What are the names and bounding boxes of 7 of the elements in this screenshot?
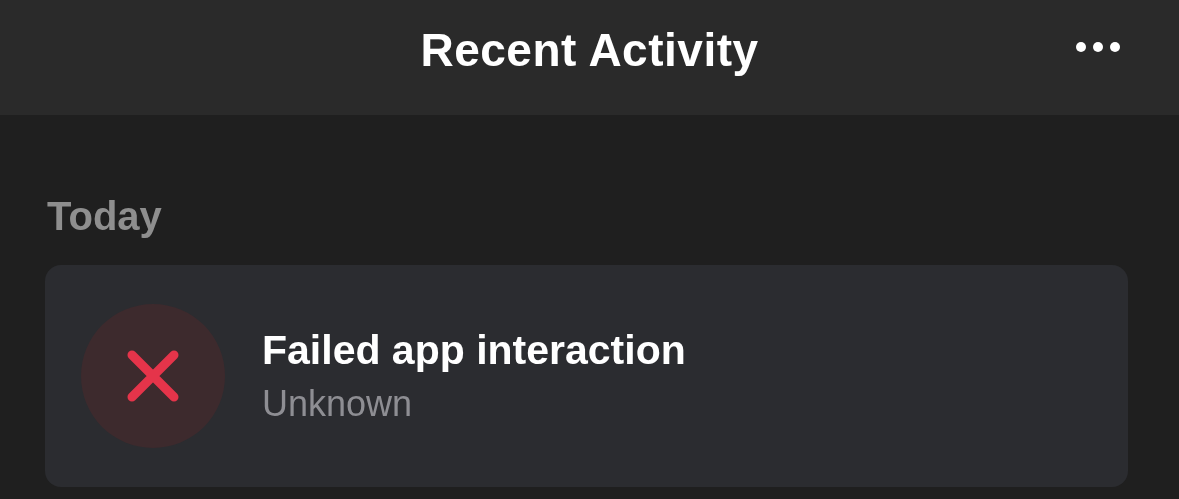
more-options-icon[interactable] xyxy=(1075,41,1121,53)
activity-card[interactable]: Failed app interaction Unknown xyxy=(45,265,1128,487)
section-heading: Today xyxy=(47,193,163,239)
activity-subtitle: Unknown xyxy=(262,382,414,426)
activity-title: Failed app interaction xyxy=(262,326,686,374)
error-cross-icon xyxy=(81,304,225,448)
screen-title: Recent Activity xyxy=(420,22,759,77)
